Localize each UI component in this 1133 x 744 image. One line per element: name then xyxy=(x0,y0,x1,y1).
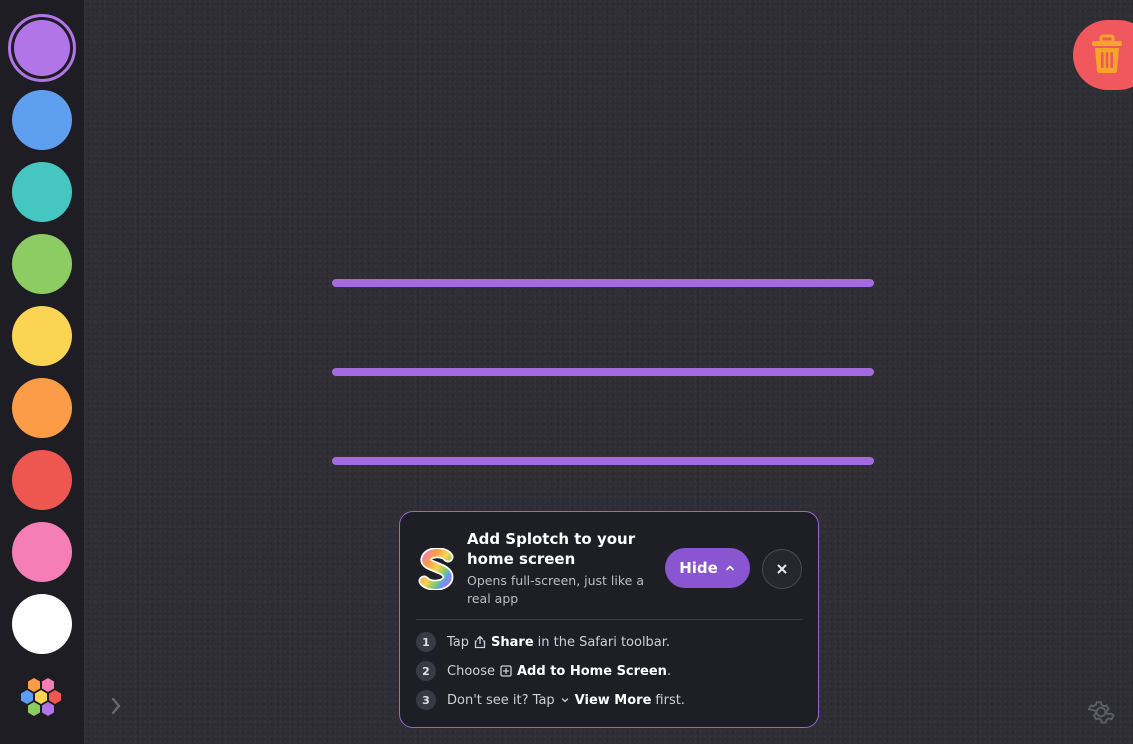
instruction-step: 2 Choose Add to Home Screen. xyxy=(416,661,671,681)
close-button[interactable] xyxy=(762,549,802,589)
hide-button-label: Hide xyxy=(679,559,718,577)
close-icon xyxy=(777,564,787,574)
step-text: in the Safari toolbar. xyxy=(537,634,671,650)
color-swatch-white[interactable] xyxy=(12,594,72,654)
step-number: 1 xyxy=(416,632,436,652)
color-swatch-green[interactable] xyxy=(12,234,72,294)
drawn-stroke xyxy=(332,368,874,376)
instruction-step: 1 Tap Share in the Safari toolbar. xyxy=(416,632,670,652)
step-text: Choose xyxy=(447,663,495,679)
add-to-home-screen-prompt: Add Splotch to your home screen Opens fu… xyxy=(399,511,819,728)
drawn-stroke xyxy=(332,457,874,465)
step-text: first. xyxy=(655,692,685,708)
hexagon-palette-icon[interactable] xyxy=(14,670,70,726)
step-number: 3 xyxy=(416,690,436,710)
color-swatch-purple[interactable] xyxy=(8,14,76,82)
chevron-down-icon xyxy=(561,698,568,703)
step-text: . xyxy=(666,663,672,679)
step-text: Don't see it? Tap xyxy=(447,692,555,708)
chevron-right-icon[interactable] xyxy=(104,694,128,718)
instruction-step: 3 Don't see it? Tap View More first. xyxy=(416,690,685,710)
share-icon xyxy=(474,635,486,649)
color-swatch-yellow[interactable] xyxy=(12,306,72,366)
gear-icon[interactable] xyxy=(1086,697,1116,727)
prompt-title: Add Splotch to your home screen xyxy=(467,530,636,568)
color-swatch-red[interactable] xyxy=(12,450,72,510)
drawn-stroke xyxy=(332,279,874,287)
color-swatch-pink[interactable] xyxy=(12,522,72,582)
add-square-icon xyxy=(500,665,512,677)
trash-icon xyxy=(1092,34,1122,73)
step-number: 2 xyxy=(416,661,436,681)
color-swatch-blue[interactable] xyxy=(12,90,72,150)
step-text: Tap xyxy=(447,634,470,650)
color-swatch-orange[interactable] xyxy=(12,378,72,438)
splotch-logo xyxy=(418,547,456,591)
prompt-subtitle: Opens full-screen, just like a real app xyxy=(467,573,644,606)
chevron-up-icon xyxy=(725,565,734,571)
hide-button[interactable]: Hide xyxy=(665,548,750,588)
color-swatch-teal[interactable] xyxy=(12,162,72,222)
divider xyxy=(416,619,803,620)
color-sidebar xyxy=(0,0,84,744)
step-bold-text: Add to Home Screen xyxy=(517,663,667,679)
step-bold-text: View More xyxy=(574,692,652,708)
step-bold-text: Share xyxy=(491,634,534,650)
